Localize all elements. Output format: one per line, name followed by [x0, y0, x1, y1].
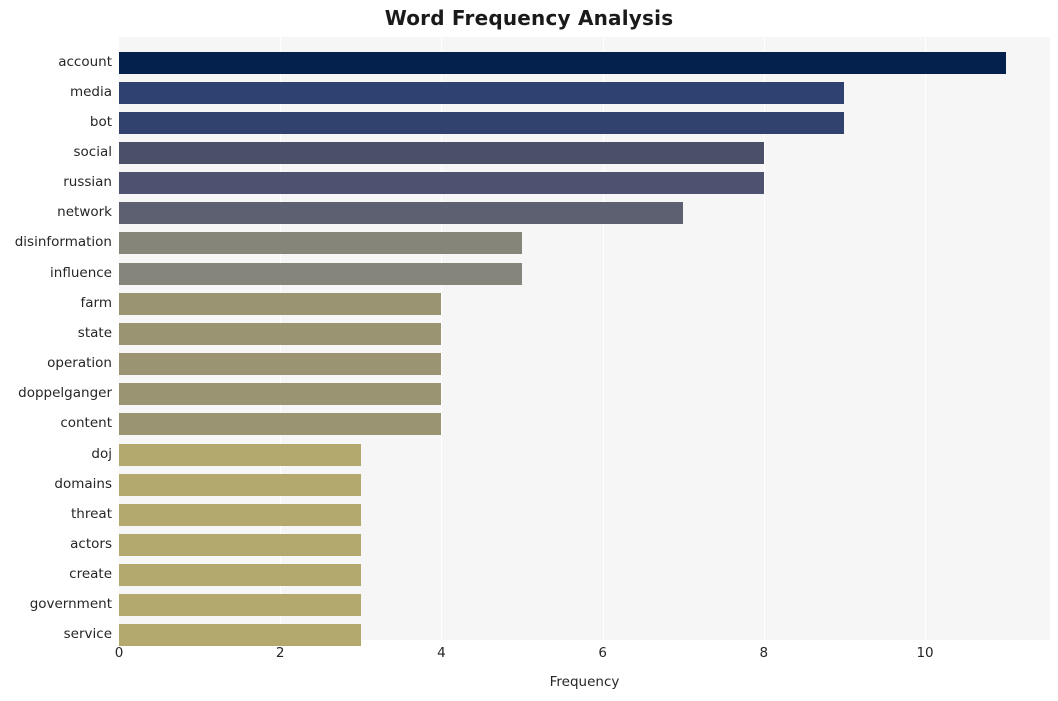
y-axis-tick-label: media: [69, 83, 112, 100]
bar: [119, 503, 361, 526]
plot-area: [119, 37, 1050, 647]
x-axis-tick-label: 6: [598, 645, 607, 661]
bar: [119, 564, 361, 587]
y-axis-tick-label: influence: [50, 264, 112, 281]
y-axis-tick-label: content: [60, 415, 112, 432]
x-axis-tick-labels: 0 2 4 6 8 10: [0, 645, 1058, 667]
x-axis-tick-label: 10: [916, 645, 934, 661]
bar: [119, 353, 442, 376]
bar: [119, 473, 361, 496]
y-axis-tick-label: farm: [80, 294, 113, 311]
x-axis-tick-label: 4: [437, 645, 446, 661]
bar: [119, 533, 361, 556]
x-axis-tick-label: 8: [759, 645, 769, 661]
y-axis-tick-label: create: [69, 566, 112, 583]
bars-layer: [119, 37, 1050, 647]
bar: [119, 413, 442, 436]
bar: [119, 142, 764, 165]
bar: [119, 443, 361, 466]
bar: [119, 81, 845, 104]
bar: [119, 172, 764, 195]
page-title: Word Frequency Analysis: [384, 6, 674, 30]
bar: [119, 594, 361, 617]
y-axis-tick-label: service: [63, 626, 112, 643]
y-axis-tick-label: network: [57, 204, 112, 221]
y-axis-tick-label: bot: [89, 113, 112, 130]
y-axis-tick-label: doj: [91, 445, 112, 462]
y-axis-tick-label: actors: [70, 535, 112, 552]
y-axis-tick-label: disinformation: [14, 234, 112, 251]
y-axis-tick-label: social: [73, 144, 113, 161]
bar: [119, 232, 523, 255]
bar: [119, 202, 684, 225]
y-axis-tick-label: threat: [71, 505, 112, 522]
y-axis-tick-label: state: [77, 324, 112, 341]
bar: [119, 383, 442, 406]
y-axis-tick-label: russian: [63, 174, 112, 191]
y-axis-tick-label: government: [29, 596, 112, 613]
bar: [119, 322, 442, 345]
bar: [119, 51, 1006, 74]
x-axis-tick-label: 0: [114, 645, 124, 661]
bar: [119, 111, 845, 134]
x-axis-tick-label: 2: [275, 645, 285, 661]
y-axis-tick-label: operation: [47, 355, 112, 372]
bar: [119, 624, 361, 647]
y-axis-tick-labels: account media bot social russian network disin…: [0, 37, 113, 643]
word-frequency-chart-figure: Word Frequency Analysis account media bot s…: [0, 0, 1058, 701]
bar: [119, 262, 523, 285]
bar: [119, 292, 442, 315]
y-axis-tick-label: account: [58, 53, 112, 70]
y-axis-tick-label: doppelganger: [18, 385, 112, 402]
y-axis-tick-label: domains: [54, 475, 112, 492]
x-axis-title: Frequency: [549, 674, 620, 690]
